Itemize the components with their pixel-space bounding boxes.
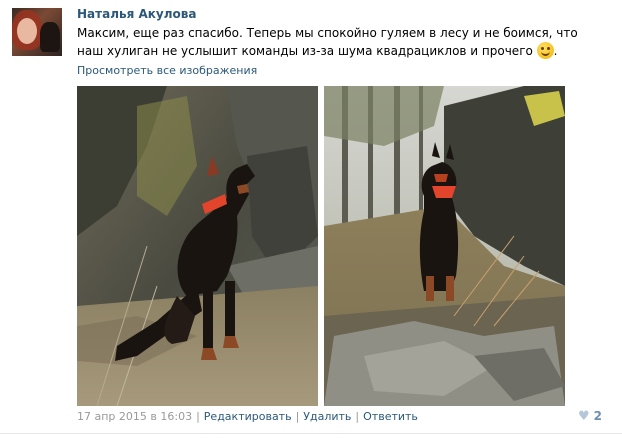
post-date-link[interactable]: 17 апр 2015 в 16:03 (77, 410, 192, 423)
post-text: Максим, еще раз спасибо. Теперь мы споко… (77, 26, 578, 59)
post-text-body: Максим, еще раз спасибо. Теперь мы споко… (77, 26, 578, 58)
footer-separator: | (196, 410, 200, 423)
view-all-images-link[interactable]: Просмотреть все изображения (77, 64, 257, 77)
like-count: 2 (593, 409, 602, 423)
post-photo-2[interactable] (324, 86, 565, 406)
delete-link[interactable]: Удалить (303, 410, 351, 423)
photo-2-image (324, 86, 565, 406)
avatar-dog (40, 22, 60, 52)
post-divider (0, 433, 622, 434)
like-button[interactable]: ♥ 2 (578, 409, 602, 424)
photo-1-image (77, 86, 318, 406)
post-footer: 17 апр 2015 в 16:03 | Редактировать | Удалит… (77, 410, 418, 423)
footer-separator: | (355, 410, 360, 423)
avatar[interactable] (12, 8, 62, 56)
edit-link[interactable]: Редактировать (204, 410, 292, 423)
reply-link[interactable]: Ответить (363, 410, 418, 423)
avatar-face (17, 18, 37, 44)
post-photo-1[interactable] (77, 86, 318, 406)
heart-icon: ♥ (577, 409, 590, 424)
author-name[interactable]: Наталья Акулова (77, 7, 196, 21)
smile-emoji-icon (536, 42, 554, 59)
footer-separator: | (295, 410, 300, 423)
